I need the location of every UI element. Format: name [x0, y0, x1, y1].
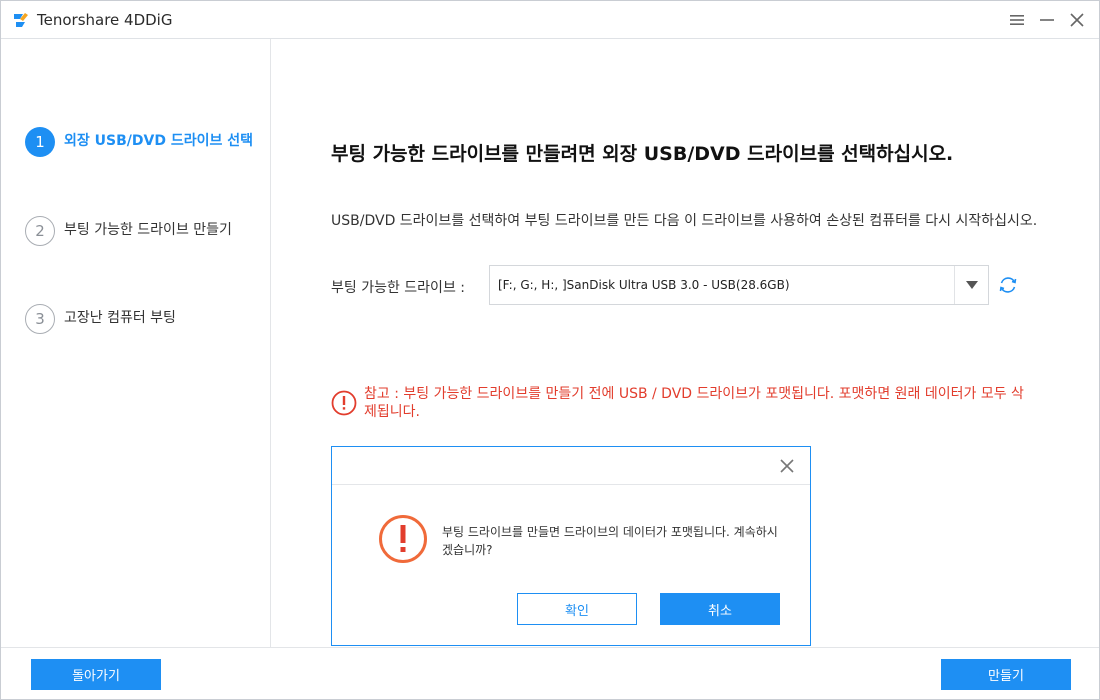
- footer-bar: 돌아가기 만들기: [1, 647, 1099, 699]
- cancel-button[interactable]: 취소: [660, 593, 780, 625]
- app-title: Tenorshare 4DDiG: [37, 11, 173, 29]
- confirm-dialog: 부팅 드라이브를 만들면 드라이브의 데이터가 포맷됩니다. 계속하시겠습니까?…: [331, 446, 811, 646]
- step-2: 2 부팅 가능한 드라이브 만들기: [25, 216, 260, 246]
- step-number: 3: [25, 304, 55, 334]
- step-label: 고장난 컴퓨터 부팅: [64, 310, 176, 326]
- step-label: 외장 USB/DVD 드라이브 선택: [64, 133, 253, 149]
- warning-icon: [331, 390, 357, 416]
- back-button[interactable]: 돌아가기: [31, 659, 161, 690]
- dropdown-arrow-icon[interactable]: [954, 266, 988, 304]
- drive-select[interactable]: [F:, G:, H:, ]SanDisk Ultra USB 3.0 - US…: [489, 265, 989, 305]
- minimize-icon[interactable]: [1034, 7, 1060, 33]
- step-number: 1: [25, 127, 55, 157]
- page-title: 부팅 가능한 드라이브를 만들려면 외장 USB/DVD 드라이브를 선택하십시…: [331, 143, 954, 165]
- app-window: Tenorshare 4DDiG 1 외장 USB/DVD 드라이브 선택 2 …: [0, 0, 1100, 700]
- description-text: USB/DVD 드라이브를 선택하여 부팅 드라이브를 만든 다음 이 드라이브…: [331, 213, 1038, 229]
- alert-icon: [379, 515, 427, 563]
- tenorshare-logo: [14, 13, 28, 27]
- menu-icon[interactable]: [1004, 7, 1030, 33]
- warning-text: 참고 : 부팅 가능한 드라이브를 만들기 전에 USB / DVD 드라이브가…: [364, 386, 1024, 420]
- drive-label: 부팅 가능한 드라이브 :: [331, 280, 465, 296]
- step-label: 부팅 가능한 드라이브 만들기: [64, 222, 232, 238]
- close-icon[interactable]: [1064, 7, 1090, 33]
- step-number: 2: [25, 216, 55, 246]
- steps-sidebar: 1 외장 USB/DVD 드라이브 선택 2 부팅 가능한 드라이브 만들기 3…: [1, 39, 271, 647]
- refresh-icon[interactable]: [997, 274, 1019, 296]
- dialog-message: 부팅 드라이브를 만들면 드라이브의 데이터가 포맷됩니다. 계속하시겠습니까?: [442, 525, 778, 557]
- close-icon[interactable]: [778, 457, 796, 475]
- drive-selected-value: [F:, G:, H:, ]SanDisk Ultra USB 3.0 - US…: [498, 278, 790, 292]
- make-button[interactable]: 만들기: [941, 659, 1071, 690]
- dialog-header: [332, 447, 810, 485]
- step-3: 3 고장난 컴퓨터 부팅: [25, 304, 260, 334]
- confirm-button[interactable]: 확인: [517, 593, 637, 625]
- step-1: 1 외장 USB/DVD 드라이브 선택: [25, 127, 260, 157]
- title-bar: Tenorshare 4DDiG: [1, 1, 1099, 39]
